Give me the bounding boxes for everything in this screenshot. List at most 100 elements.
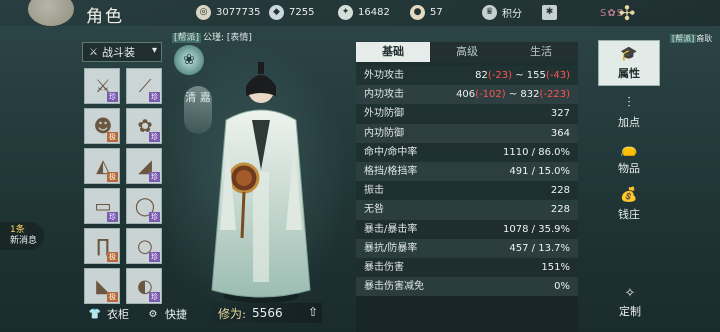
equipment-slot[interactable]: ◯ 珍 <box>126 188 162 224</box>
equipment-slot[interactable]: ◣ 极 <box>84 268 120 304</box>
equipment-slot[interactable]: ○ 珍 <box>126 228 162 264</box>
stat-row: 外功防御 327 <box>356 104 578 124</box>
menu-points-label: 加点 <box>618 116 640 129</box>
stat-label: 内功防御 <box>364 127 404 139</box>
stat-value: 327 <box>550 108 570 120</box>
equipment-slot[interactable]: ◢ 珍 <box>126 148 162 184</box>
character-model[interactable] <box>206 60 316 306</box>
equipment-slot[interactable]: ⚔ 珍 <box>84 68 120 104</box>
settings-button[interactable]: ✱ <box>542 3 562 21</box>
tab-life[interactable]: 生活 <box>504 42 578 62</box>
currency-jade-value: 16482 <box>358 6 390 18</box>
stats-list[interactable]: 外功攻击 82(-23) ~ 155(-43) 内功攻击 406(-102) ~ 83… <box>356 66 578 332</box>
pouch-icon: ● <box>410 4 425 20</box>
equipment-slot[interactable]: ✿ 珍 <box>126 108 162 144</box>
menu-attributes-label: 属性 <box>618 67 640 80</box>
message-count: 1条 <box>10 225 25 235</box>
arrow-up-icon[interactable]: ⇧ <box>308 305 318 319</box>
currency-pouch-value: 57 <box>430 6 443 18</box>
notif-tag: [帮派] <box>670 34 697 43</box>
sword-icon: ⚔ <box>89 46 98 58</box>
stat-range-part: ~ <box>505 89 521 101</box>
points-button[interactable]: ♛ 积分 <box>482 3 522 21</box>
currency-pouch: ● 57 <box>410 3 443 21</box>
stat-penalty: (-23) <box>487 70 513 81</box>
stat-value: 228 <box>550 204 570 216</box>
coin-icon: ◎ <box>196 4 211 20</box>
page-title: 角色 <box>86 7 124 27</box>
badge-icon: ♛ <box>482 4 497 20</box>
shortcut-button[interactable]: ⚙ 快捷 <box>146 305 187 323</box>
quality-tag: 珍 <box>149 172 160 182</box>
ingot-icon: ◆ <box>269 4 284 20</box>
currency-ingot-value: 7255 <box>289 6 315 18</box>
stat-value: 151% <box>541 261 570 273</box>
stat-label: 命中/命中率 <box>364 146 418 158</box>
stat-value: 1110 / 86.0% <box>503 146 570 158</box>
stat-row: 暴击/暴击率 1078 / 35.9% <box>356 219 578 239</box>
guild-tag: [帮派] <box>172 33 202 43</box>
guild-message: [帮派] 公瑾: [表情] <box>172 30 252 43</box>
quality-tag: 珍 <box>149 132 160 142</box>
menu-items-label: 物品 <box>618 162 640 175</box>
stat-label: 格挡/格挡率 <box>364 165 418 177</box>
sparkle-wand-icon: ✧ <box>624 286 636 301</box>
stat-label: 暴击/暴击率 <box>364 223 418 235</box>
bag-icon: 👝 <box>620 141 638 157</box>
currency-jade: ✦ 16482 <box>338 3 390 21</box>
stat-value: 364 <box>550 127 570 139</box>
wardrobe-button[interactable]: 👕 衣柜 <box>88 305 129 323</box>
power-value: 5566 <box>252 306 283 320</box>
menu-points[interactable]: ⫶ 加点 <box>598 90 660 136</box>
quality-tag: 极 <box>107 132 118 142</box>
menu-bank[interactable]: 💰 钱庄 <box>598 182 660 228</box>
outfit-label: 战斗装 <box>101 46 135 59</box>
equipment-slot[interactable]: ◐ 珍 <box>126 268 162 304</box>
stat-label: 外功攻击 <box>364 70 404 81</box>
quality-tag: 珍 <box>149 252 160 262</box>
new-message-indicator[interactable]: 1条 新消息 <box>0 222 44 250</box>
quality-tag: 珍 <box>107 212 118 222</box>
notif-text: 裔耿 <box>696 34 713 43</box>
menu-bank-label: 钱庄 <box>618 208 640 221</box>
message-label: 新消息 <box>10 236 38 246</box>
quality-tag: 极 <box>107 292 118 302</box>
menu-attributes[interactable]: 🎓 属性 <box>598 40 660 86</box>
equipment-slot[interactable]: ◭ 极 <box>84 148 120 184</box>
equipment-slot[interactable]: ☻ 极 <box>84 108 120 144</box>
guild-emblem-icon[interactable]: ❀ <box>174 45 204 75</box>
stat-penalty: (-102) <box>475 89 506 101</box>
sliders-icon: ⫶ <box>627 95 631 111</box>
stat-value: 406(-102) ~ 832(-223) <box>456 85 570 104</box>
stat-value: 228 <box>550 185 570 197</box>
stat-row: 暴抗/防暴率 457 / 13.7% <box>356 238 578 258</box>
stat-range-part: 406 <box>456 89 476 101</box>
money-bag-icon: 💰 <box>620 187 638 203</box>
gear-icon: ✱ <box>542 4 557 20</box>
points-label: 积分 <box>502 8 522 20</box>
tab-basic[interactable]: 基础 <box>356 42 430 62</box>
currency-coin: ◎ 3077735 <box>196 3 261 21</box>
gear-icon: ⚙ <box>148 308 158 320</box>
tab-advanced[interactable]: 高级 <box>430 42 504 62</box>
stat-row: 无咎 228 <box>356 200 578 220</box>
equipment-slot[interactable]: ∏ 极 <box>84 228 120 264</box>
currency-coin-value: 3077735 <box>216 6 261 18</box>
equipment-slot[interactable]: ▭ 珍 <box>84 188 120 224</box>
stat-row: 内功防御 364 <box>356 123 578 143</box>
customize-button[interactable]: ✧ 定制 <box>612 286 648 319</box>
stat-value: 0% <box>554 281 570 293</box>
shortcut-label: 快捷 <box>165 308 187 321</box>
currency-ingot: ◆ 7255 <box>269 3 314 21</box>
equipment-slot[interactable]: ⟋ 珍 <box>126 68 162 104</box>
quality-tag: 珍 <box>107 92 118 102</box>
menu-items[interactable]: 👝 物品 <box>598 136 660 182</box>
guild-notification: [帮派] 裔耿 <box>670 33 712 44</box>
stats-tabs: 基础 高级 生活 <box>356 42 578 62</box>
stat-label: 外功防御 <box>364 108 404 120</box>
stat-row: 暴击伤害 151% <box>356 257 578 278</box>
outfit-dropdown[interactable]: ⚔ 战斗装 ▾ <box>82 42 162 62</box>
stat-range-part: 82 <box>475 70 488 81</box>
stat-label: 暴击伤害减免 <box>364 281 424 293</box>
stat-label: 无咎 <box>364 204 384 216</box>
